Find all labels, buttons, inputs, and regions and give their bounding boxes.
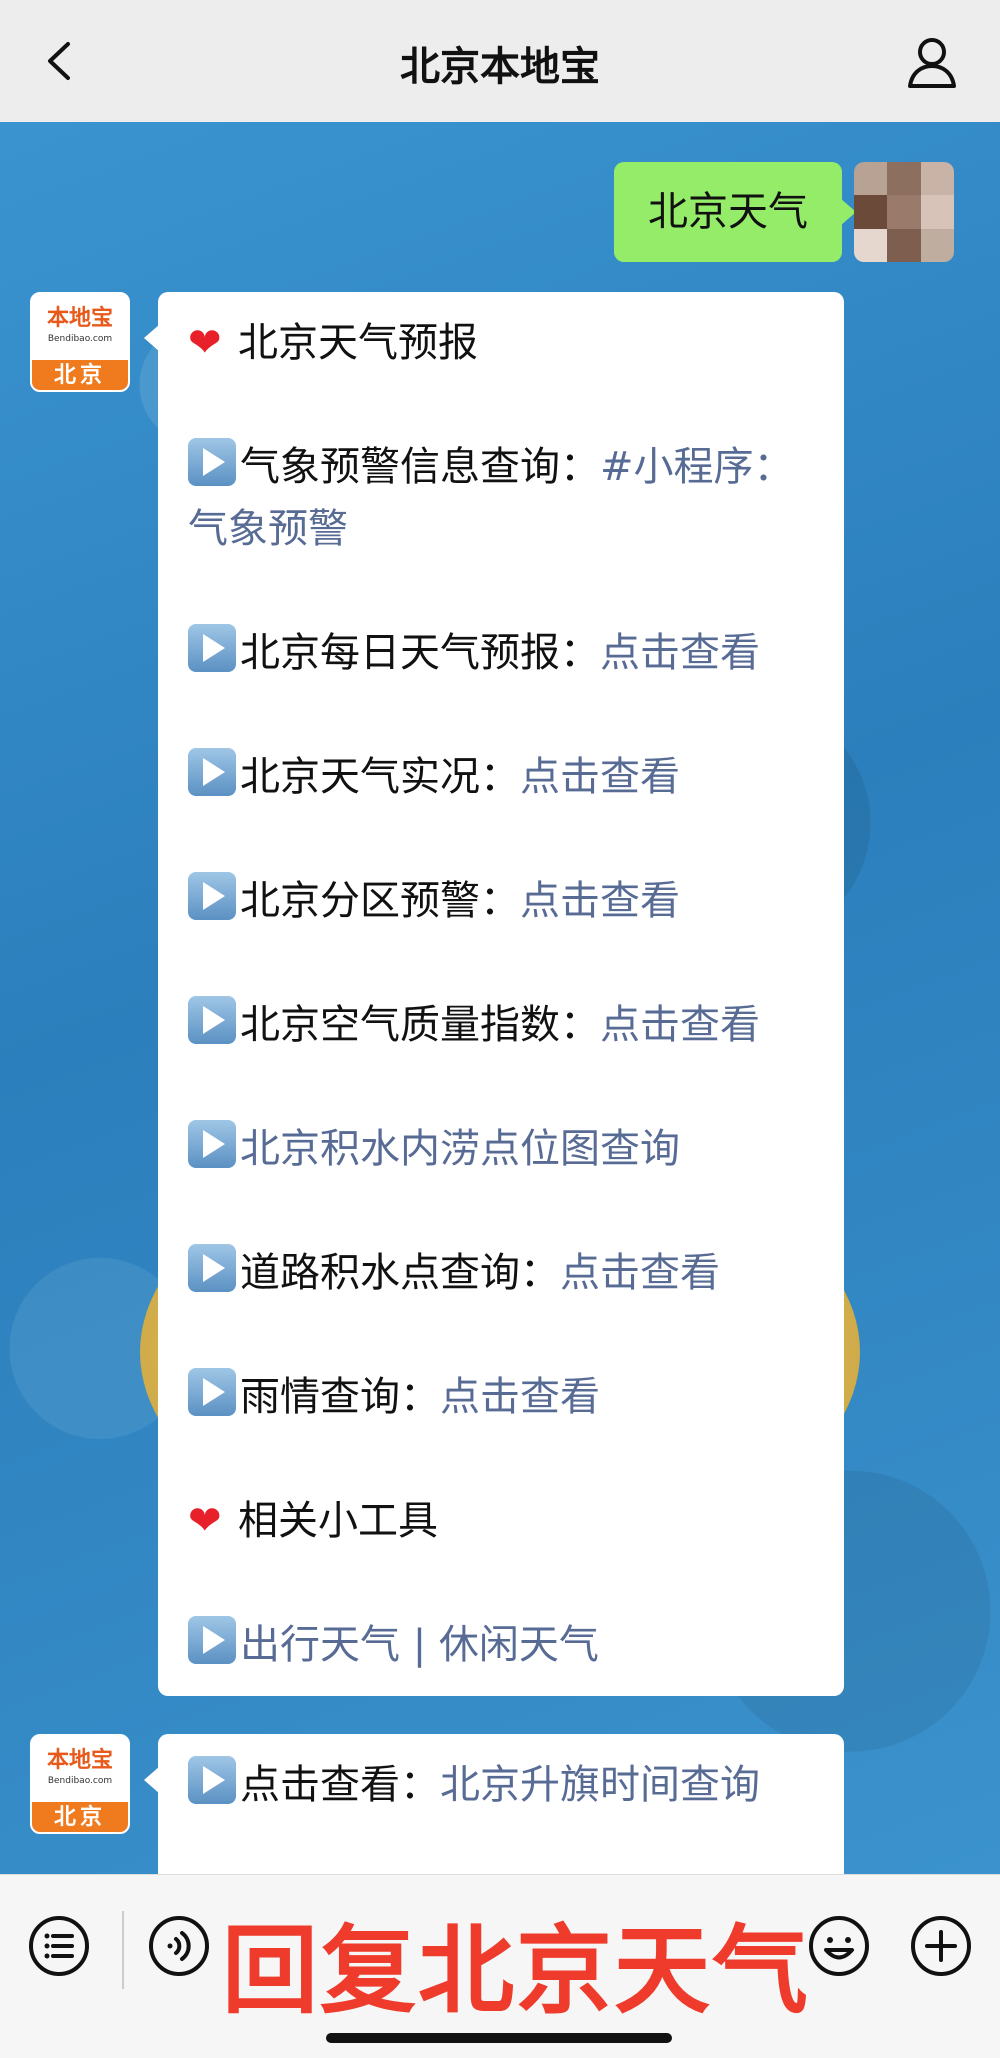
weather-item[interactable]: 道路积水点查询：点击查看 bbox=[188, 1242, 814, 1304]
play-icon bbox=[188, 1244, 236, 1292]
chat-title: 北京本地宝 bbox=[400, 44, 600, 90]
divider bbox=[122, 1911, 124, 1989]
user-icon[interactable] bbox=[904, 34, 960, 90]
weather-link[interactable]: 出行天气 | 休闲天气 bbox=[240, 1622, 599, 1668]
play-icon bbox=[188, 1756, 236, 1804]
overlay-caption: 回复北京天气 bbox=[222, 1915, 810, 2027]
play-icon bbox=[188, 1120, 236, 1168]
avatar-brand: 本地宝 bbox=[46, 305, 113, 331]
play-icon bbox=[188, 1368, 236, 1416]
second-message-bubble: 点击查看：北京升旗时间查询 bbox=[144, 1734, 844, 1874]
weather-item[interactable]: 北京每日天气预报：点击查看 bbox=[188, 622, 814, 684]
my-avatar[interactable] bbox=[854, 162, 954, 262]
chat-area[interactable]: 北京天气 本地宝 Bendibao.com 北京 ❤ 北京天气预报 气象预警信息查… bbox=[0, 122, 1000, 1874]
weather-link[interactable]: 点击查看 bbox=[600, 630, 760, 676]
bot-avatar[interactable]: 本地宝 Bendibao.com 北京 bbox=[30, 292, 130, 392]
heart-icon: ❤ bbox=[188, 320, 222, 366]
plus-icon[interactable] bbox=[910, 1915, 972, 1977]
avatar-domain: Bendibao.com bbox=[47, 1776, 113, 1786]
weather-link[interactable]: 点击查看 bbox=[520, 754, 680, 800]
weather-link[interactable]: 北京积水内涝点位图查询 bbox=[240, 1126, 680, 1172]
avatar-city: 北京 bbox=[32, 360, 128, 390]
weather-item[interactable]: 气象预警信息查询：#小程序：气象预警 bbox=[188, 436, 814, 560]
weather-item[interactable]: 北京积水内涝点位图查询 bbox=[188, 1118, 814, 1180]
chat-header: 北京本地宝 bbox=[0, 0, 1000, 122]
play-icon bbox=[188, 748, 236, 796]
avatar-city: 北京 bbox=[32, 1802, 128, 1832]
play-icon bbox=[188, 438, 236, 486]
weather-item[interactable]: 出行天气 | 休闲天气 bbox=[188, 1614, 814, 1676]
play-icon bbox=[188, 872, 236, 920]
play-icon bbox=[188, 996, 236, 1044]
emoji-icon[interactable] bbox=[808, 1915, 870, 1977]
weather-link[interactable]: 点击查看 bbox=[440, 1374, 600, 1420]
home-indicator[interactable] bbox=[326, 2033, 672, 2043]
message-line[interactable]: 点击查看：北京升旗时间查询 bbox=[188, 1754, 814, 1816]
input-bar: 回复北京天气 bbox=[0, 1874, 1000, 2058]
heart-icon: ❤ bbox=[188, 1498, 222, 1544]
avatar-brand: 本地宝 bbox=[46, 1747, 113, 1773]
weather-item[interactable]: 雨情查询：点击查看 bbox=[188, 1366, 814, 1428]
weather-item[interactable]: 北京空气质量指数：点击查看 bbox=[188, 994, 814, 1056]
list-menu-icon[interactable] bbox=[28, 1915, 90, 1977]
weather-link[interactable]: 点击查看 bbox=[520, 878, 680, 924]
weather-item[interactable]: 北京分区预警：点击查看 bbox=[188, 870, 814, 932]
avatar-domain: Bendibao.com bbox=[47, 334, 113, 344]
weather-item[interactable]: 北京天气实况：点击查看 bbox=[188, 746, 814, 808]
weather-link[interactable]: 点击查看 bbox=[560, 1250, 720, 1296]
message-link[interactable]: 北京升旗时间查询 bbox=[440, 1762, 760, 1808]
play-icon bbox=[188, 1616, 236, 1664]
weather-message-bubble: ❤ 北京天气预报 气象预警信息查询：#小程序：气象预警 北京每日天气预报：点击查看… bbox=[144, 292, 844, 1696]
weather-link[interactable]: 点击查看 bbox=[600, 1002, 760, 1048]
bot-avatar[interactable]: 本地宝 Bendibao.com 北京 bbox=[30, 1734, 130, 1834]
weather-item: ❤ 北京天气预报 bbox=[188, 312, 814, 374]
sent-message-bubble[interactable]: 北京天气 bbox=[614, 162, 856, 262]
voice-icon[interactable] bbox=[148, 1915, 210, 1977]
weather-item: ❤ 相关小工具 bbox=[188, 1490, 814, 1552]
play-icon bbox=[188, 624, 236, 672]
